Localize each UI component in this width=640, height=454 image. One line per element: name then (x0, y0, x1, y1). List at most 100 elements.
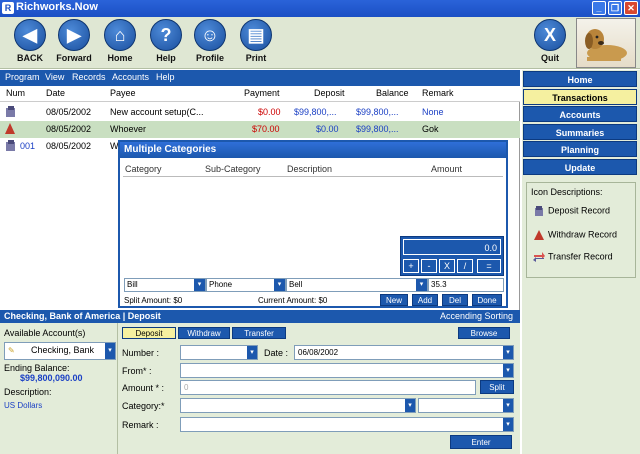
multiple-categories-dialog: Multiple Categories Category Sub-Categor… (118, 140, 508, 308)
col-payment[interactable]: Payment (244, 88, 280, 98)
dialog-title: Multiple Categories (120, 142, 506, 158)
pencil-icon: ✎ (8, 346, 15, 355)
menu-accounts[interactable]: Accounts (112, 72, 149, 82)
number-select[interactable]: ▾ (180, 345, 258, 360)
forward-button[interactable]: ▶ Forward (52, 19, 96, 69)
withdraw-record-icon (533, 229, 545, 241)
remark-field[interactable]: ▾ (180, 417, 514, 432)
maximize-button[interactable]: ❐ (608, 1, 622, 15)
back-button[interactable]: ◀ BACK (8, 19, 52, 69)
legend-deposit-label: Deposit Record (548, 205, 611, 216)
table-row[interactable]: 08/05/2002 New account setup(C... $0.00 … (0, 104, 520, 121)
legend-transfer-label: Transfer Record (548, 251, 613, 262)
profile-icon: ☺ (194, 19, 226, 51)
description-select[interactable]: Bell ▾ (286, 278, 428, 292)
account-select[interactable]: ✎ Checking, Bank ▾ (4, 342, 116, 360)
dog-mascot-image (576, 18, 636, 68)
nav-transactions[interactable]: Transactions (523, 89, 637, 105)
menu-records[interactable]: Records (72, 72, 106, 82)
available-accounts-label: Available Account(s) (4, 328, 86, 338)
chevron-down-icon: ▾ (247, 346, 257, 359)
del-button[interactable]: Del (442, 294, 468, 306)
split-button[interactable]: Split (480, 380, 514, 394)
sorting-label[interactable]: Accending Sorting (440, 311, 513, 321)
calculator: 0.0 + - X / = (400, 236, 504, 276)
calc-plus-button[interactable]: + (403, 259, 419, 273)
close-window-button[interactable]: ✕ (624, 1, 638, 15)
category-field[interactable]: ▾ (180, 398, 416, 413)
amount-input[interactable]: 35.3 (428, 278, 504, 292)
enter-button[interactable]: Enter (450, 435, 512, 449)
description-select-value: Bell (289, 280, 303, 289)
description-label: Description: (4, 387, 52, 397)
add-button[interactable]: Add (412, 294, 438, 306)
calc-equals-button[interactable]: = (477, 259, 501, 273)
col-num[interactable]: Num (6, 88, 25, 98)
amount-field[interactable]: 0 (180, 380, 476, 395)
forward-icon: ▶ (58, 19, 90, 51)
col-category: Category (125, 164, 162, 174)
window-title: Richworks.Now (16, 1, 98, 13)
chevron-down-icon: ▾ (503, 346, 513, 359)
table-row[interactable]: 08/05/2002 Whoever $70.00 $0.00 $99,800,… (0, 121, 520, 138)
nav-update[interactable]: Update (523, 159, 637, 175)
chevron-down-icon: ▾ (416, 279, 427, 291)
chevron-down-icon: ▾ (274, 279, 285, 291)
subcategory-select[interactable]: Phone ▾ (206, 278, 286, 292)
col-payee[interactable]: Payee (110, 88, 136, 98)
nav-home[interactable]: Home (523, 71, 637, 87)
title-bar: R Richworks.Now _ ❐ ✕ (0, 0, 640, 17)
date-field[interactable]: 06/08/2002 ▾ (294, 345, 514, 360)
subcategory-field[interactable]: ▾ (418, 398, 514, 413)
calc-multiply-button[interactable]: X (439, 259, 455, 273)
cell-remark: None (422, 107, 444, 117)
cell-date: 08/05/2002 (46, 124, 92, 134)
menu-view[interactable]: View (45, 72, 64, 82)
profile-button[interactable]: ☺ Profile (188, 19, 232, 69)
calc-minus-button[interactable]: - (421, 259, 437, 273)
col-balance[interactable]: Balance (376, 88, 409, 98)
help-button[interactable]: ? Help (144, 19, 188, 69)
account-select-value: Checking, Bank (30, 345, 94, 355)
back-icon: ◀ (14, 19, 46, 51)
legend-withdraw-label: Withdraw Record (548, 229, 618, 240)
print-label: Print (245, 53, 267, 63)
app-logo-icon: R (2, 2, 14, 14)
minimize-button[interactable]: _ (592, 1, 606, 15)
remark-label: Remark : (122, 420, 159, 430)
divider (123, 176, 503, 177)
tab-transfer[interactable]: Transfer (232, 327, 286, 339)
icon-descriptions-panel: Icon Descriptions: Deposit Record Withdr… (526, 182, 636, 278)
menu-program[interactable]: Program (5, 72, 40, 82)
legend-transfer: Transfer Record (533, 251, 613, 263)
print-button[interactable]: ▤ Print (234, 19, 278, 69)
calc-divide-button[interactable]: / (457, 259, 473, 273)
quit-button[interactable]: X Quit (528, 19, 572, 69)
col-date[interactable]: Date (46, 88, 65, 98)
browse-button[interactable]: Browse (458, 327, 510, 339)
legend-deposit: Deposit Record (533, 205, 610, 217)
menu-help[interactable]: Help (156, 72, 175, 82)
chevron-down-icon: ▾ (503, 418, 513, 431)
nav-planning[interactable]: Planning (523, 141, 637, 157)
category-label: Category:* (122, 401, 165, 411)
tab-deposit[interactable]: Deposit (122, 327, 176, 339)
account-status-bar: Checking, Bank of America | Deposit Acce… (0, 310, 520, 323)
done-button[interactable]: Done (472, 294, 502, 306)
nav-summaries[interactable]: Summaries (523, 124, 637, 140)
nav-accounts[interactable]: Accounts (523, 106, 637, 122)
cell-deposit: $99,800,... (294, 107, 337, 117)
split-amount-text: Split Amount: $0 (124, 296, 183, 305)
deposit-record-icon (4, 139, 17, 154)
col-remark[interactable]: Remark (422, 88, 454, 98)
tab-withdraw[interactable]: Withdraw (178, 327, 230, 339)
col-deposit[interactable]: Deposit (314, 88, 345, 98)
cell-date: 08/05/2002 (46, 107, 92, 117)
cell-payee: Whoever (110, 124, 147, 134)
home-button[interactable]: ⌂ Home (98, 19, 142, 69)
from-select[interactable]: ▾ (180, 363, 514, 378)
col-amount: Amount (431, 164, 463, 174)
category-select[interactable]: Bill ▾ (124, 278, 206, 292)
new-button[interactable]: New (380, 294, 408, 306)
legend-withdraw: Withdraw Record (533, 229, 617, 241)
